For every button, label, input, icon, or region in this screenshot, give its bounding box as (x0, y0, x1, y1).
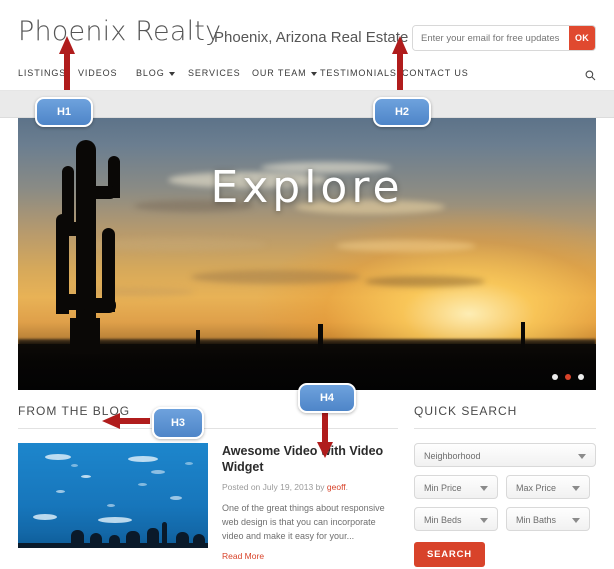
meta-suffix: . (345, 482, 349, 493)
email-submit-button[interactable]: OK (569, 26, 595, 50)
distant-cactus-1 (196, 330, 200, 348)
slider-dots[interactable] (552, 374, 584, 380)
chevron-down-icon (578, 454, 586, 459)
chevron-down-icon (480, 518, 488, 523)
annotation-arrow-h2 (390, 34, 410, 92)
nav-item-blog[interactable]: BLOG (136, 68, 175, 78)
email-signup-form[interactable]: OK (412, 25, 596, 51)
nav-label: VIDEOS (78, 68, 118, 78)
annotation-badge-h2: H2 (373, 97, 431, 127)
chevron-down-icon (572, 486, 580, 491)
neighborhood-select[interactable]: Neighborhood (414, 443, 596, 467)
select-value: Max Price (516, 483, 557, 493)
browser-page: Phoenix Realty Phoenix, Arizona Real Est… (0, 0, 614, 569)
blog-post-meta: Posted on July 19, 2013 by geoff. (222, 482, 398, 492)
min-price-select[interactable]: Min Price (414, 475, 498, 499)
price-row: Min Price Max Price (414, 475, 596, 507)
blog-post-thumbnail[interactable] (18, 443, 208, 548)
blog-column: From the Blog (18, 404, 398, 567)
hero-slider[interactable]: Explore (18, 118, 596, 390)
blog-post: Awesome Video with Video Widget Posted o… (18, 443, 398, 564)
search-icon[interactable] (585, 68, 596, 86)
chevron-down-icon (572, 518, 580, 523)
min-baths-select[interactable]: Min Baths (506, 507, 590, 531)
hero-image: Explore (18, 118, 596, 390)
annotation-arrow-h4 (315, 412, 335, 460)
annotation-badge-h1: H1 (35, 97, 93, 127)
annotation-badge-h3: H3 (152, 407, 204, 439)
slider-dot-2[interactable] (565, 374, 571, 380)
nav-label: SERVICES (188, 68, 241, 78)
distant-cactus-2 (318, 324, 323, 350)
nav-item-contact-us[interactable]: CONTACT US (402, 68, 469, 78)
nav-label: OUR TEAM (252, 68, 307, 78)
select-value: Neighborhood (424, 451, 481, 461)
annotation-arrow-h1 (57, 34, 77, 92)
blog-post-body: Awesome Video with Video Widget Posted o… (222, 443, 398, 564)
post-author-link[interactable]: geoff (327, 482, 346, 492)
quick-search-sidebar: Quick Search Neighborhood Min Price Max … (398, 404, 596, 567)
quick-search-submit-button[interactable]: Search (414, 542, 485, 567)
nav-item-videos[interactable]: VIDEOS (78, 68, 117, 78)
nav-label: CONTACT US (402, 68, 469, 78)
site-tagline: Phoenix, Arizona Real Estate (214, 29, 409, 46)
quick-search-divider (414, 428, 596, 429)
main-navigation: LISTINGS VIDEOS BLOG SERVICES OUR TEAM T… (0, 60, 614, 91)
meta-prefix: Posted on July 19, 2013 by (222, 482, 327, 493)
email-input[interactable] (413, 26, 569, 50)
nav-item-services[interactable]: SERVICES (188, 68, 241, 78)
nav-label: TESTIMONIALS (320, 68, 397, 78)
site-header: Phoenix Realty Phoenix, Arizona Real Est… (0, 0, 614, 60)
max-price-select[interactable]: Max Price (506, 475, 590, 499)
select-value: Min Price (424, 483, 462, 493)
chevron-down-icon (310, 71, 317, 76)
read-more-link[interactable]: Read More (222, 551, 264, 561)
blog-post-excerpt: One of the great things about responsive… (222, 503, 385, 542)
hero-headline: Explore (210, 162, 404, 213)
min-beds-select[interactable]: Min Beds (414, 507, 498, 531)
annotation-badge-h4: H4 (298, 383, 356, 413)
annotation-arrow-h3 (100, 412, 152, 430)
slider-dot-1[interactable] (552, 374, 558, 380)
slider-dot-3[interactable] (578, 374, 584, 380)
blog-post-title[interactable]: Awesome Video with Video Widget (222, 444, 398, 475)
beds-baths-row: Min Beds Min Baths (414, 507, 596, 539)
nav-item-testimonials[interactable]: TESTIMONIALS (320, 68, 397, 78)
nav-label: BLOG (136, 68, 165, 78)
select-value: Min Baths (516, 515, 557, 525)
chevron-down-icon (480, 486, 488, 491)
blog-divider (18, 428, 398, 429)
distant-cactus-3 (521, 322, 525, 348)
nav-item-our-team[interactable]: OUR TEAM (252, 68, 317, 78)
select-value: Min Beds (424, 515, 462, 525)
chevron-down-icon (168, 71, 175, 76)
quick-search-heading: Quick Search (414, 404, 518, 418)
site-logo[interactable]: Phoenix Realty (18, 16, 221, 47)
